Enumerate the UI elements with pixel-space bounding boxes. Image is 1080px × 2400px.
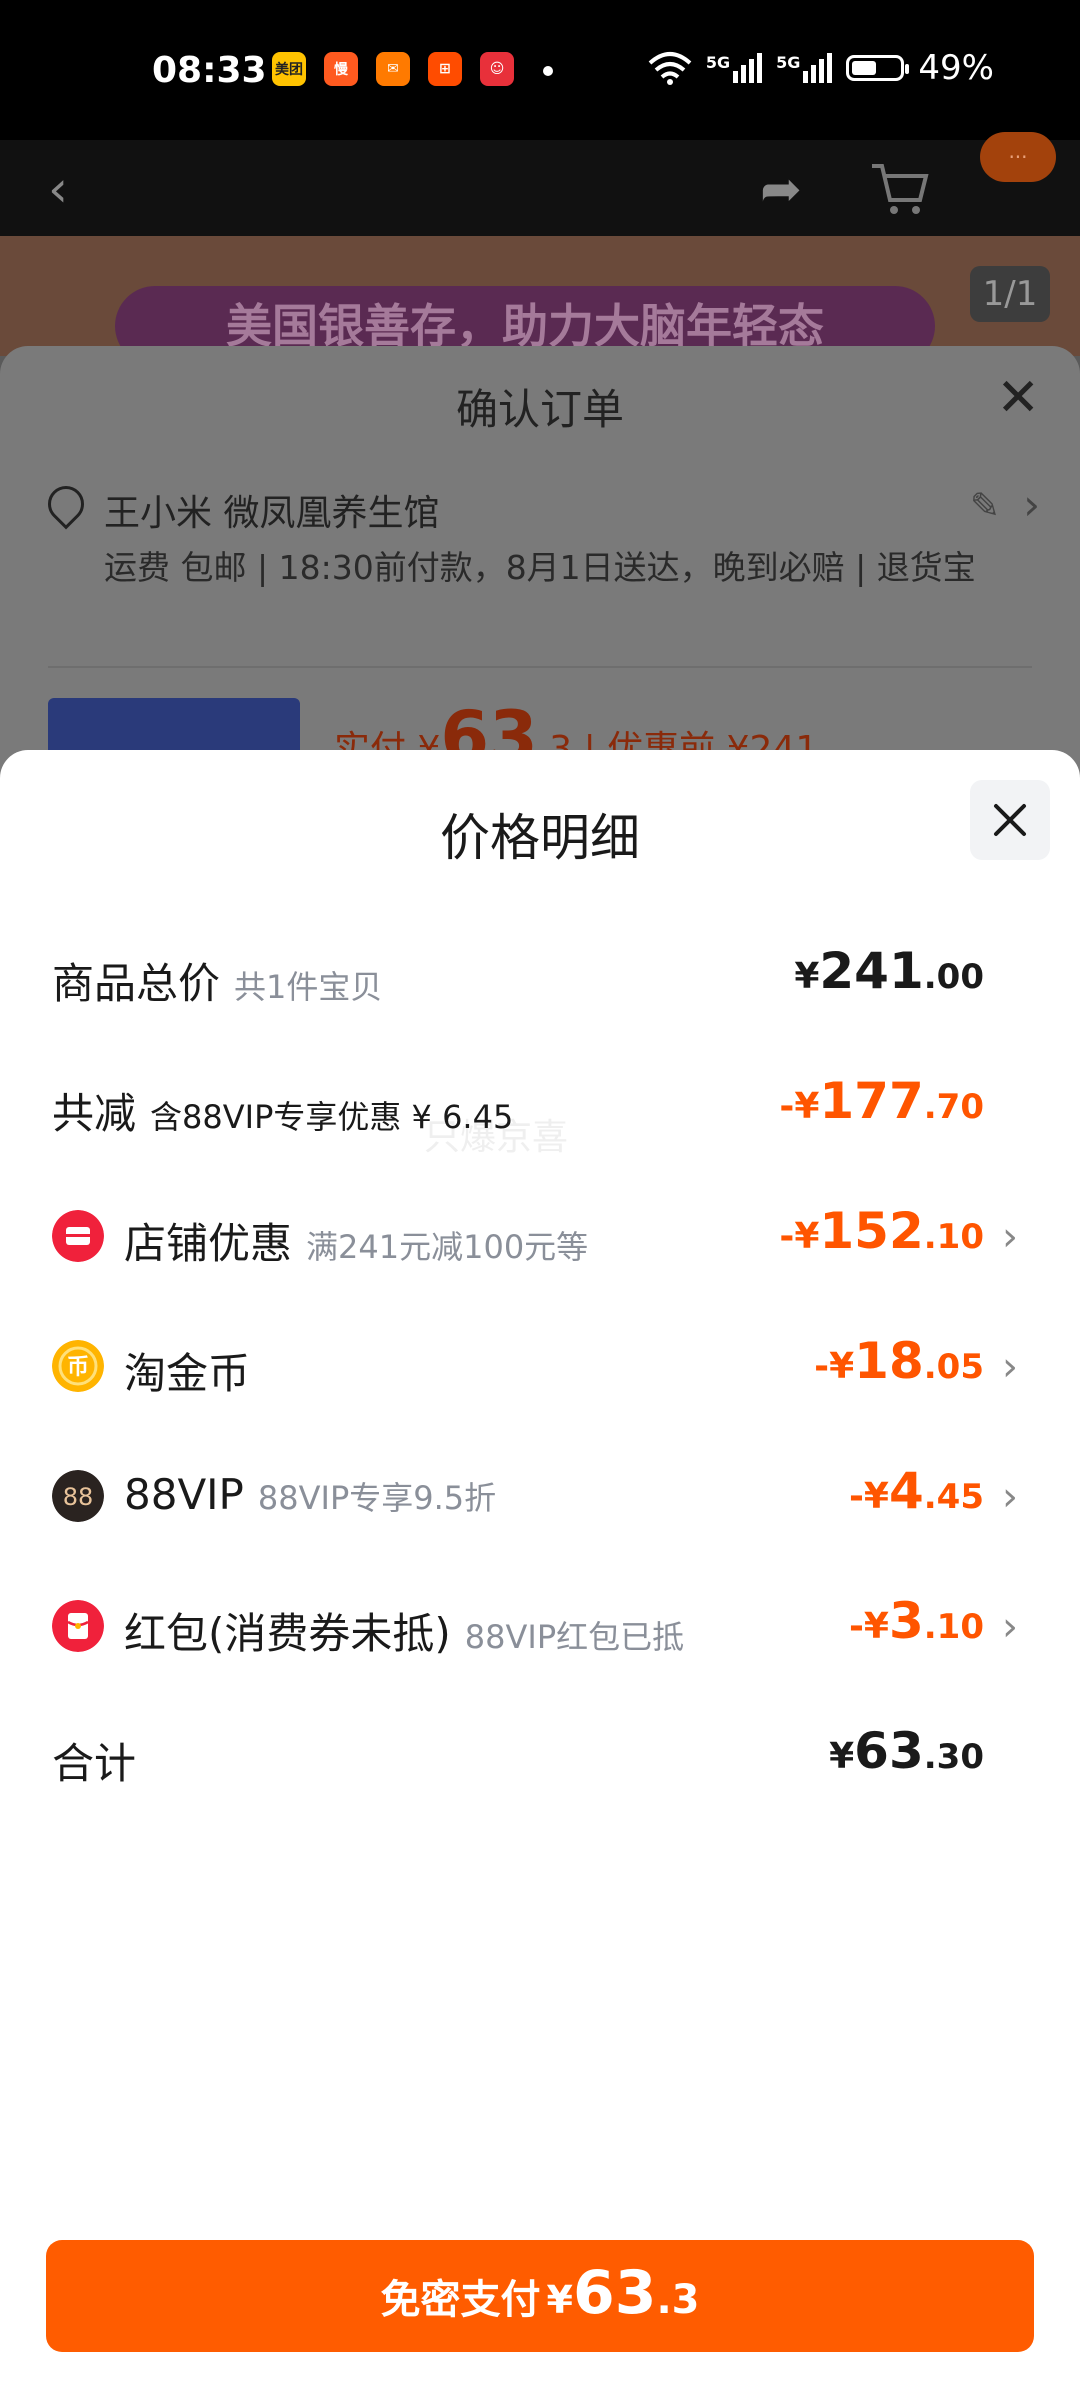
vip88-amount: -¥4.45	[848, 1462, 984, 1520]
pay-button-int: 63	[572, 2258, 657, 2328]
manman-app-icon: 慢	[324, 52, 358, 86]
pay-button-yen: ¥	[546, 2278, 573, 2322]
goods-total-amount: ¥241.00	[794, 942, 984, 1000]
pay-button-label: 免密支付	[380, 2277, 541, 2323]
close-icon	[994, 804, 1026, 836]
wifi-icon	[648, 52, 692, 85]
envelope-app-icon: ✉	[376, 52, 410, 86]
cart-icon[interactable]	[870, 162, 930, 218]
notification-app-icons: 美团 慢 ✉ ⊞ ☺	[272, 52, 514, 86]
total-discount-sub: 含88VIP专享优惠 ¥ 6.45	[150, 1098, 514, 1136]
row-total-discount: 共减 含88VIP专享优惠 ¥ 6.45 -¥177.70	[0, 1066, 1080, 1146]
signal-1-icon: 5G	[706, 53, 763, 83]
shop-coupon-sub: 满241元减100元等	[306, 1228, 589, 1266]
edit-icon[interactable]: ✎	[970, 486, 1000, 527]
notification-dot	[543, 66, 553, 76]
row-tao-coin[interactable]: 币 淘金币 -¥18.05 ›	[0, 1326, 1080, 1406]
row-grand-total: 合计 ¥63.30	[0, 1716, 1080, 1796]
red-packet-icon	[52, 1600, 104, 1652]
battery-percent: 49%	[918, 48, 994, 88]
svg-text:币: 币	[67, 1355, 89, 1380]
status-bar: 08:33 美团 慢 ✉ ⊞ ☺ 5G 5G 49%	[0, 0, 1080, 140]
close-button[interactable]	[970, 780, 1050, 860]
total-discount-amount: -¥177.70	[779, 1072, 984, 1130]
shop-coupon-label: 店铺优惠	[124, 1219, 293, 1268]
tao-coin-label: 淘金币	[124, 1349, 251, 1398]
row-red-packet[interactable]: 红包(消费券未抵) 88VIP红包已抵 -¥3.10 ›	[0, 1586, 1080, 1666]
confirm-close-icon[interactable]: ✕	[996, 368, 1040, 428]
signal-2-icon: 5G	[776, 53, 833, 83]
image-index: 1/1	[970, 266, 1050, 322]
pay-button-dec: .3	[656, 2277, 700, 2323]
shop-coupon-amount: -¥152.10	[779, 1202, 984, 1260]
red-packet-sub: 88VIP红包已抵	[464, 1618, 685, 1656]
red-packet-label: 红包(消费券未抵)	[124, 1609, 451, 1658]
battery-icon	[846, 55, 910, 81]
price-detail-title: 价格明细	[440, 809, 640, 867]
price-detail-sheet: 价格明细 只爆京喜 商品总价 共1件宝贝 ¥241.00 共减 含88VIP专享优惠…	[0, 750, 1080, 2400]
goods-total-label: 商品总价	[52, 959, 221, 1008]
divider	[48, 666, 1032, 668]
total-discount-label: 共减	[52, 1089, 137, 1138]
back-icon[interactable]: ‹	[48, 160, 68, 218]
vip88-label: 88VIP	[124, 1470, 244, 1519]
pay-button[interactable]: 免密支付 ¥ 63 .3	[46, 2240, 1034, 2352]
row-shop-coupon[interactable]: 店铺优惠 满241元减100元等 -¥152.10 ›	[0, 1196, 1080, 1276]
meituan-app-icon: 美团	[272, 52, 306, 86]
message-badge[interactable]: ···	[980, 132, 1056, 182]
status-right: 5G 5G 49%	[648, 48, 994, 88]
product-nav-bar: ‹ ➦ ···	[0, 132, 1080, 236]
chevron-right-icon: ›	[1002, 1214, 1018, 1260]
coin-icon: 币	[52, 1340, 104, 1392]
address-chevron-icon[interactable]: ›	[1023, 480, 1040, 529]
shop-coupon-icon	[52, 1210, 104, 1262]
svg-text:88: 88	[63, 1483, 94, 1511]
red-packet-amount: -¥3.10	[848, 1592, 984, 1650]
mascot-app-icon: ☺	[480, 52, 514, 86]
location-icon	[40, 478, 92, 530]
product-banner: 美国银善存，助力大脑年轻态 1/1	[0, 236, 1080, 366]
chevron-right-icon: ›	[1002, 1474, 1018, 1520]
chevron-right-icon: ›	[1002, 1604, 1018, 1650]
grand-total-amount: ¥63.30	[829, 1722, 984, 1780]
vip88-icon: 88	[52, 1470, 104, 1522]
share-icon[interactable]: ➦	[760, 160, 802, 218]
row-88vip[interactable]: 88 88VIP 88VIP专享9.5折 -¥4.45 ›	[0, 1456, 1080, 1536]
vip88-sub: 88VIP专享9.5折	[257, 1479, 497, 1517]
goods-total-sub: 共1件宝贝	[234, 968, 383, 1006]
shipping-info: 运费 包邮 | 18:30前付款，8月1日送达，晚到必赔 | 退货宝	[104, 548, 976, 587]
row-goods-total: 商品总价 共1件宝贝 ¥241.00	[0, 936, 1080, 1016]
confirm-order-title: 确认订单	[455, 385, 624, 434]
grand-total-label: 合计	[52, 1739, 137, 1788]
tao-coin-amount: -¥18.05	[814, 1332, 984, 1390]
chevron-right-icon: ›	[1002, 1344, 1018, 1390]
status-time: 08:33	[152, 50, 267, 91]
address-name[interactable]: 王小米 微凤凰养生馆	[104, 484, 439, 536]
grid-app-icon: ⊞	[428, 52, 462, 86]
